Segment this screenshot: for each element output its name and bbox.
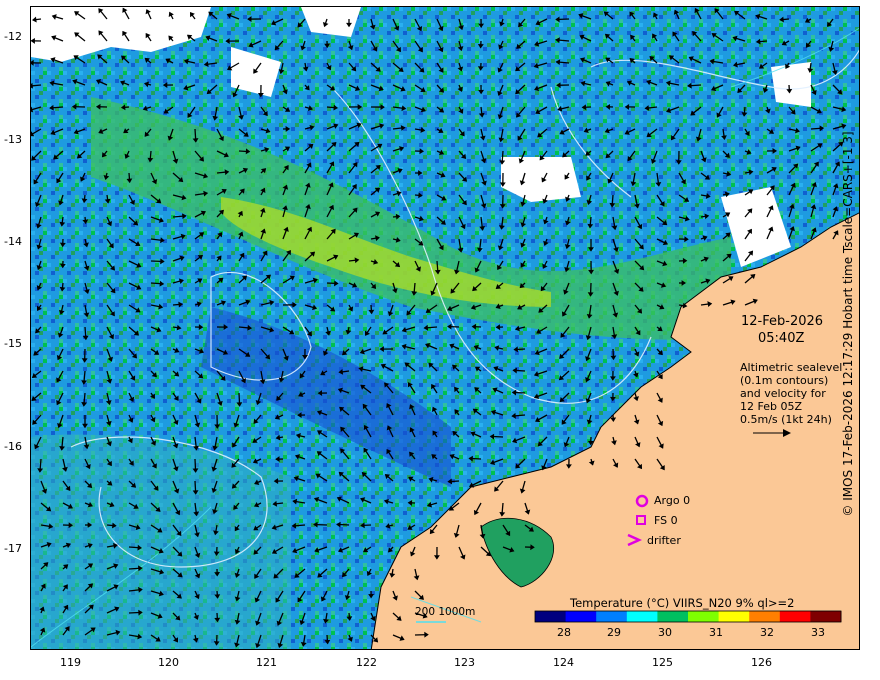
map-canvas: [31, 7, 859, 649]
altimetry-note-line: Altimetric sealevel: [740, 361, 843, 374]
y-tick: -14: [4, 235, 22, 248]
colorbar-segment: [657, 611, 689, 622]
colorbar-tick: 29: [607, 626, 621, 639]
fs-label: FS 0: [654, 514, 678, 527]
time-label: 05:40Z: [758, 331, 805, 346]
colorbar-title: Temperature (°C) VIIRS_N20 9% ql>=2: [570, 596, 795, 610]
y-tick: -15: [4, 337, 22, 350]
x-tick: 122: [356, 656, 377, 669]
argo-label: Argo 0: [654, 494, 691, 507]
colorbar-segment: [718, 611, 750, 622]
colorbar-segment: [779, 611, 811, 622]
drifter-label: drifter: [647, 534, 681, 547]
colorbar-segment: [535, 611, 567, 622]
x-tick: 119: [60, 656, 81, 669]
y-tick: -12: [4, 30, 22, 43]
colorbar-segment: [596, 611, 628, 622]
colorbar: [534, 610, 842, 623]
depth-scale-label: 200 1000m: [415, 606, 476, 618]
altimetry-note-line: 0.5m/s (1kt 24h): [740, 413, 832, 426]
y-tick: -13: [4, 133, 22, 146]
x-tick: 124: [553, 656, 574, 669]
altimetry-note-line: (0.1m contours): [740, 374, 829, 387]
y-tick: -17: [4, 542, 22, 555]
altimetry-note-line: and velocity for: [740, 387, 826, 400]
y-tick: -16: [4, 440, 22, 453]
x-tick: 126: [751, 656, 772, 669]
colorbar-tick: 33: [811, 626, 825, 639]
colorbar-segment: [810, 611, 842, 622]
x-tick: 123: [454, 656, 475, 669]
colorbar-tick: 32: [760, 626, 774, 639]
x-tick: 121: [256, 656, 277, 669]
colorbar-tick: 31: [709, 626, 723, 639]
colorbar-segment: [565, 611, 597, 622]
colorbar-segment: [749, 611, 781, 622]
sst-map: [30, 6, 860, 650]
x-tick: 120: [158, 656, 179, 669]
colorbar-tick: 28: [557, 626, 571, 639]
date-label: 12-Feb-2026: [741, 314, 824, 329]
x-tick: 125: [652, 656, 673, 669]
colorbar-tick: 30: [658, 626, 672, 639]
altimetry-note-line: 12 Feb 05Z: [740, 400, 802, 413]
colorbar-segment: [688, 611, 720, 622]
colorbar-segment: [626, 611, 658, 622]
side-credit: © IMOS 17-Feb-2026 12:17:29 Hobart time …: [841, 131, 855, 517]
velocity-arrowhead: [31, 82, 33, 89]
